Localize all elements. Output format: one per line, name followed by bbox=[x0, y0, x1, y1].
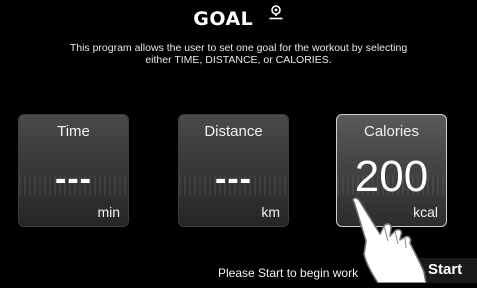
card-value-time: --- bbox=[55, 160, 92, 198]
goal-card-distance[interactable]: Distance --- km bbox=[178, 114, 289, 227]
pointing-hand-icon bbox=[340, 196, 445, 288]
card-label-time: Time bbox=[57, 123, 90, 140]
goal-card-time[interactable]: Time --- min bbox=[18, 114, 129, 227]
card-unit-distance: km bbox=[261, 204, 280, 220]
card-value-calories: 200 bbox=[354, 152, 429, 201]
title-row: GOAL bbox=[0, 4, 477, 30]
program-description: This program allows the user to set one … bbox=[30, 42, 447, 66]
header: GOAL This program allows the user to set… bbox=[0, 0, 477, 80]
card-value-distance: --- bbox=[215, 160, 252, 198]
description-line-1: This program allows the user to set one … bbox=[69, 42, 408, 54]
card-label-calories: Calories bbox=[363, 123, 420, 140]
start-instruction: Please Start to begin work bbox=[218, 266, 359, 280]
description-line-2: either TIME, DISTANCE, or CALORIES. bbox=[145, 53, 332, 66]
card-label-distance: Distance bbox=[204, 123, 263, 140]
page-title: GOAL bbox=[193, 8, 254, 30]
location-goal-icon bbox=[268, 4, 284, 25]
card-unit-time: min bbox=[97, 204, 120, 220]
